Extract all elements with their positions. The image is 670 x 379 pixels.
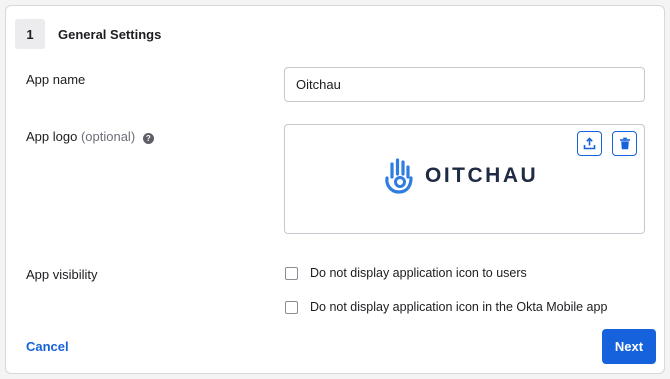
- step-number-badge: 1: [15, 19, 45, 49]
- hand-logo-icon: [385, 158, 413, 194]
- next-button[interactable]: Next: [602, 329, 656, 364]
- hide-icon-mobile-option[interactable]: Do not display application icon in the O…: [285, 300, 607, 314]
- app-logo-label: App logo: [26, 129, 78, 144]
- optional-label: (optional): [80, 129, 136, 144]
- cancel-button[interactable]: Cancel: [26, 339, 69, 354]
- general-settings-card: 1 General Settings App name App logo (op…: [5, 5, 665, 374]
- hide-icon-mobile-checkbox[interactable]: [285, 300, 298, 314]
- question-circle-icon[interactable]: ?: [142, 133, 154, 144]
- app-visibility-label: App visibility: [26, 267, 98, 282]
- oitchau-logo: OITCHAU: [383, 157, 538, 195]
- logo-wordmark: OITCHAU: [425, 164, 539, 187]
- trash-icon: [619, 137, 630, 150]
- app-logo-label-row: App logo (optional) ?: [26, 129, 154, 144]
- delete-logo-button[interactable]: [612, 131, 637, 156]
- hide-icon-users-label[interactable]: Do not display application icon to users: [310, 266, 527, 280]
- section-title: General Settings: [58, 26, 162, 42]
- hide-icon-mobile-label[interactable]: Do not display application icon in the O…: [310, 300, 607, 314]
- app-logo-preview: OITCHAU: [284, 124, 645, 234]
- upload-icon: [583, 137, 596, 150]
- hide-icon-users-option[interactable]: Do not display application icon to users: [285, 266, 527, 280]
- upload-logo-button[interactable]: [577, 131, 602, 156]
- app-name-label: App name: [26, 72, 86, 87]
- step-header: 1 General Settings: [15, 19, 161, 49]
- hide-icon-users-checkbox[interactable]: [285, 266, 298, 280]
- app-name-input[interactable]: [284, 67, 645, 102]
